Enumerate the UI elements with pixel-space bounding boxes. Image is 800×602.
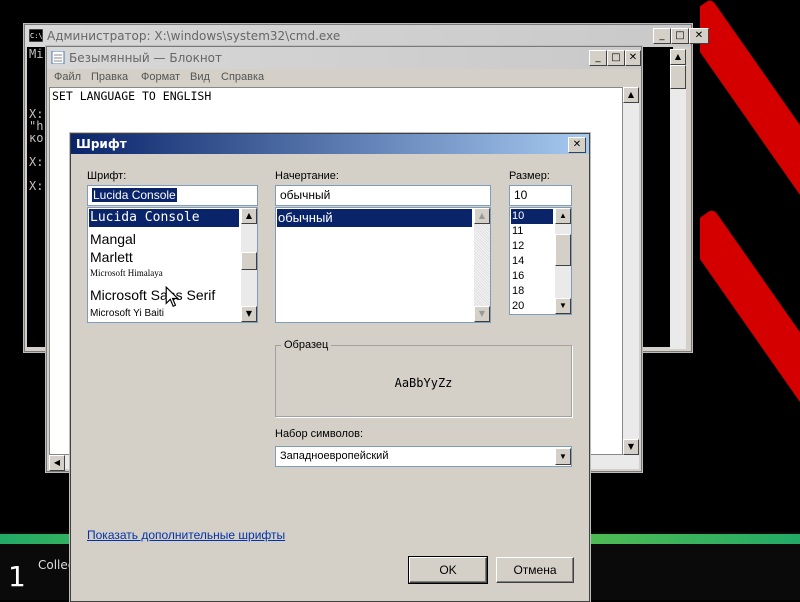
arrow-up-icon[interactable]: ▲	[474, 208, 490, 224]
menu-edit[interactable]: Правка	[91, 71, 128, 83]
maximize-icon[interactable]: □	[607, 50, 625, 66]
style-list-scrollbar[interactable]: ▲ ▼	[474, 208, 490, 322]
arrow-down-icon[interactable]: ▼	[623, 439, 639, 455]
size-input[interactable]: 10	[509, 185, 572, 206]
font-label: Шрифт:	[87, 170, 127, 182]
arrow-up-icon[interactable]: ▲	[241, 208, 257, 224]
charset-select[interactable]: Западноевропейский ▼	[275, 446, 572, 467]
font-name-value: Lucida Console	[91, 187, 178, 203]
font-list-item[interactable]: Microsoft Himalaya	[89, 266, 239, 280]
size-list-scrollbar[interactable]: ▲ ▼	[555, 208, 571, 314]
notepad-title: Безымянный — Блокнот	[69, 51, 223, 65]
font-dialog-titlebar[interactable]: Шрифт	[71, 134, 589, 154]
font-list-scrollbar[interactable]: ▲ ▼	[241, 208, 257, 322]
arrow-up-icon[interactable]: ▲	[670, 49, 686, 65]
cmd-title: Администратор: X:\windows\system32\cmd.e…	[47, 29, 341, 43]
size-label: Размер:	[509, 170, 550, 182]
notepad-icon	[51, 51, 65, 64]
charset-label: Набор символов:	[275, 428, 364, 440]
notepad-vscroll[interactable]: ▲ ▼	[623, 87, 639, 455]
more-fonts-link[interactable]: Показать дополнительные шрифты	[87, 528, 285, 542]
arrow-left-icon[interactable]: ◀	[49, 455, 65, 471]
arrow-up-icon[interactable]: ▲	[555, 208, 571, 224]
cmd-icon: C:\	[29, 29, 43, 42]
font-list-thumb[interactable]	[241, 252, 257, 270]
close-icon[interactable]: ✕	[689, 28, 709, 44]
desktop-wallpaper	[700, 0, 800, 540]
menu-view[interactable]: Вид	[190, 71, 210, 83]
size-list-item[interactable]: 20	[511, 299, 553, 314]
close-icon[interactable]: ✕	[625, 50, 641, 66]
console-line: X:	[29, 155, 44, 169]
size-list-item[interactable]: 18	[511, 284, 553, 299]
size-list-item[interactable]: 12	[511, 239, 553, 254]
ok-button[interactable]: OK	[408, 556, 488, 584]
chevron-down-icon[interactable]: ▼	[555, 448, 571, 465]
sample-preview: AaBbYyZz	[394, 376, 453, 390]
arrow-down-icon[interactable]: ▼	[555, 298, 571, 314]
console-line: X:	[29, 179, 44, 193]
menu-help[interactable]: Справка	[221, 71, 264, 83]
menu-format[interactable]: Формат	[141, 71, 180, 83]
cancel-button[interactable]: Отмена	[496, 557, 574, 583]
font-list-item[interactable]: Marlett	[89, 248, 239, 266]
size-list-item[interactable]: 14	[511, 254, 553, 269]
size-list-item[interactable]: 11	[511, 224, 553, 239]
style-input[interactable]: обычный	[275, 185, 491, 206]
minimize-icon[interactable]: _	[589, 50, 607, 66]
font-list-item[interactable]: Lucida Console	[89, 209, 239, 227]
size-list-item[interactable]: 16	[511, 269, 553, 284]
notepad-titlebar[interactable]: Безымянный — Блокнот	[47, 47, 641, 69]
size-list-item[interactable]: 10	[511, 209, 553, 224]
charset-value: Западноевропейский	[280, 450, 389, 462]
size-list[interactable]: 10 11 12 14 16 18 20 ▲ ▼	[509, 207, 572, 315]
font-list-item[interactable]: Microsoft Sans Serif	[89, 285, 239, 305]
arrow-up-icon[interactable]: ▲	[623, 87, 639, 103]
font-dialog-title: Шрифт	[76, 137, 127, 151]
minimize-icon[interactable]: _	[653, 28, 671, 44]
maximize-icon[interactable]: □	[671, 28, 689, 44]
arrow-down-icon[interactable]: ▼	[241, 306, 257, 322]
font-list-item[interactable]: Mangal	[89, 230, 239, 248]
taskbar-label: Collec	[38, 558, 75, 572]
cmd-scrollbar[interactable]: ▲	[670, 49, 686, 349]
sample-group-title: Образец	[281, 339, 332, 351]
notepad-text: SET LANGUAGE TO ENGLISH	[52, 89, 212, 103]
font-dialog[interactable]: Шрифт ✕ Шрифт: Lucida Console Lucida Con…	[70, 133, 590, 602]
mouse-cursor-icon	[165, 286, 179, 308]
taskbar-number: 1	[8, 560, 26, 593]
font-list-item[interactable]: Microsoft Yi Baiti	[89, 307, 239, 321]
svg-text:C:\: C:\	[30, 32, 43, 40]
style-list-item[interactable]: обычный	[277, 209, 472, 227]
size-list-thumb[interactable]	[555, 234, 571, 266]
menu-file[interactable]: Файл	[54, 71, 81, 83]
arrow-down-icon[interactable]: ▼	[474, 306, 490, 322]
style-list[interactable]: обычный ▲ ▼	[275, 207, 491, 323]
cmd-scroll-thumb[interactable]	[670, 65, 686, 89]
close-icon[interactable]: ✕	[568, 137, 586, 153]
console-line: ко	[29, 131, 44, 145]
notepad-menubar: Файл Правка Формат Вид Справка	[47, 69, 641, 87]
cmd-titlebar[interactable]: C:\ Администратор: X:\windows\system32\c…	[25, 25, 691, 47]
font-name-input[interactable]: Lucida Console	[87, 185, 258, 206]
console-line: Mi	[29, 47, 44, 61]
style-label: Начертание:	[275, 170, 339, 182]
